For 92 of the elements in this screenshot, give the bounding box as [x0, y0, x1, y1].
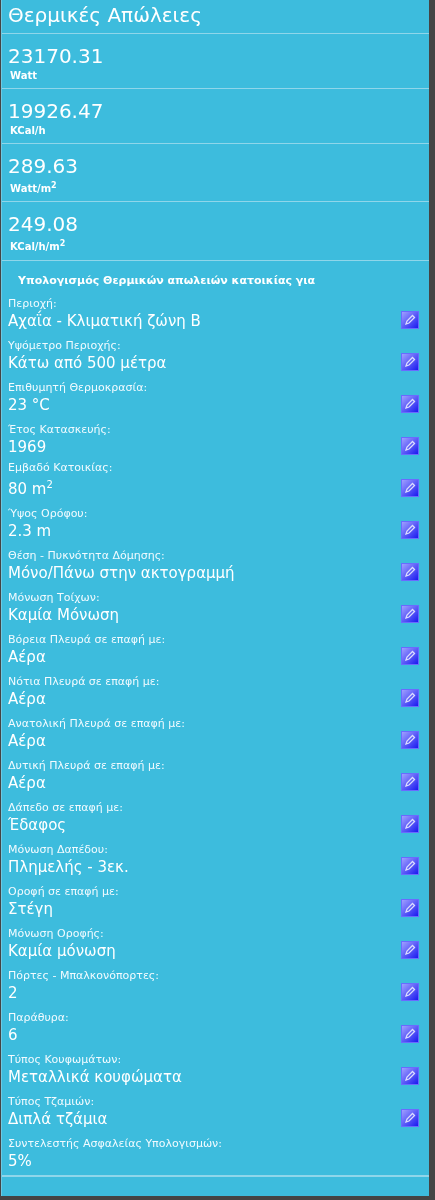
pencil-icon — [404, 481, 416, 494]
field-value: Πλημελής - 3εκ. — [8, 856, 129, 877]
edit-button[interactable] — [401, 604, 419, 623]
result-unit: Watt/m$^{2}$ — [10, 180, 57, 197]
result-unit: KCal/h/m$^{2}$ — [10, 238, 66, 255]
pencil-icon — [404, 355, 416, 368]
field-label: Οροφή σε επαφή με: — [8, 884, 119, 899]
field-label: Υψόμετρο Περιοχής: — [8, 338, 121, 353]
pencil-icon — [404, 397, 416, 410]
edit-button[interactable] — [401, 814, 419, 833]
pencil-icon — [404, 775, 416, 788]
field-label: Βόρεια Πλευρά σε επαφή με: — [8, 632, 166, 647]
field-label: Δυτική Πλευρά σε επαφή με: — [8, 758, 165, 773]
result-value: 289.63 — [8, 153, 78, 179]
edit-button[interactable] — [401, 394, 419, 413]
field-value: Έδαφος — [8, 814, 67, 835]
field-label: Θέση - Πυκνότητα Δόμησης: — [8, 548, 165, 563]
field-label: Παράθυρα: — [8, 1010, 69, 1025]
edit-button[interactable] — [401, 688, 419, 707]
field-label: Δάπεδο σε επαφή με: — [8, 800, 123, 815]
edit-button[interactable] — [401, 436, 419, 455]
result-unit: KCal/h — [10, 124, 46, 138]
field-label: Εμβαδό Κατοικίας: — [8, 460, 113, 475]
pencil-icon — [404, 691, 416, 704]
field-label: Επιθυμητή Θερμοκρασία: — [8, 380, 148, 395]
pencil-icon — [404, 1027, 416, 1040]
edit-button[interactable] — [401, 940, 419, 959]
edit-button[interactable] — [401, 982, 419, 1001]
field-value: Αέρα — [8, 772, 46, 793]
edit-button[interactable] — [401, 1024, 419, 1043]
field-value: Αέρα — [8, 688, 46, 709]
field-value: Καμία Μόνωση — [8, 604, 120, 625]
field-label: Συντελεστής Ασφαλείας Υπολογισμών: — [8, 1136, 222, 1151]
pencil-icon — [404, 901, 416, 914]
field-value: 2.3 m — [8, 520, 52, 541]
field-label: Τύπος Κουφωμάτων: — [8, 1052, 122, 1067]
field-label: Μόνωση Οροφής: — [8, 926, 104, 941]
field-value: Διπλά τζάμια — [8, 1108, 108, 1129]
field-label: Έτος Κατασκευής: — [8, 422, 111, 437]
field-value: Αέρα — [8, 646, 46, 667]
field-label: Τύπος Τζαμιών: — [8, 1094, 95, 1109]
field-label: Νότια Πλευρά σε επαφή με: — [8, 674, 160, 689]
field-value: 1969 — [8, 436, 47, 457]
edit-button[interactable] — [401, 352, 419, 371]
edit-button[interactable] — [401, 478, 419, 497]
result-value: 23170.31 — [8, 43, 104, 69]
field-value: 2 — [8, 982, 18, 1003]
pencil-icon — [404, 523, 416, 536]
pencil-icon — [404, 733, 416, 746]
field-value: 80 m$^{2}$ — [8, 477, 53, 499]
section-heading: Υπολογισμός Θερμικών απωλειών κατοικίας για — [18, 273, 316, 288]
field-label: Μόνωση Τοίχων: — [8, 590, 100, 605]
edit-button[interactable] — [401, 310, 419, 329]
edit-button[interactable] — [401, 856, 419, 875]
field-label: Ύψος Ορόφου: — [8, 506, 88, 521]
result-value: 249.08 — [8, 211, 78, 238]
pencil-icon — [404, 985, 416, 998]
pencil-icon — [404, 1069, 416, 1082]
pencil-icon — [404, 859, 416, 872]
edit-button[interactable] — [401, 1108, 419, 1127]
field-value: Καμία μόνωση — [8, 940, 116, 961]
field-label: Μόνωση Δαπέδου: — [8, 842, 108, 857]
field-value: Αχαΐα - Κλιματική ζώνη Β — [8, 310, 201, 331]
result-value: 19926.47 — [8, 98, 104, 124]
field-value: Μόνο/Πάνω στην ακτογραμμή — [8, 562, 235, 583]
field-label: Περιοχή: — [8, 296, 57, 310]
edit-button[interactable] — [401, 646, 419, 665]
pencil-icon — [404, 607, 416, 620]
field-value: 5% — [8, 1150, 32, 1171]
edit-button[interactable] — [401, 1066, 419, 1085]
edit-button[interactable] — [401, 562, 419, 581]
pencil-icon — [404, 439, 416, 452]
field-label: Ανατολική Πλευρά σε επαφή με: — [8, 716, 185, 731]
pencil-icon — [404, 1111, 416, 1124]
pencil-icon — [404, 313, 416, 326]
field-value: Κάτω από 500 μέτρα — [8, 352, 167, 373]
field-value: 23 °C — [8, 394, 50, 415]
field-value: 6 — [8, 1024, 18, 1045]
field-value: Μεταλλικά κουφώματα — [8, 1066, 182, 1087]
edit-button[interactable] — [401, 772, 419, 791]
panel-title: Θερμικές Απώλειες — [7, 2, 203, 29]
edit-button[interactable] — [401, 898, 419, 917]
edit-button[interactable] — [401, 520, 419, 539]
result-unit: Watt — [10, 69, 37, 83]
field-value: Αέρα — [8, 730, 46, 751]
pencil-icon — [404, 943, 416, 956]
edit-button[interactable] — [401, 730, 419, 749]
pencil-icon — [404, 565, 416, 578]
field-label: Πόρτες - Μπαλκονόπορτες: — [8, 968, 159, 983]
pencil-icon — [404, 649, 416, 662]
field-value: Στέγη — [8, 898, 53, 919]
pencil-icon — [404, 817, 416, 830]
